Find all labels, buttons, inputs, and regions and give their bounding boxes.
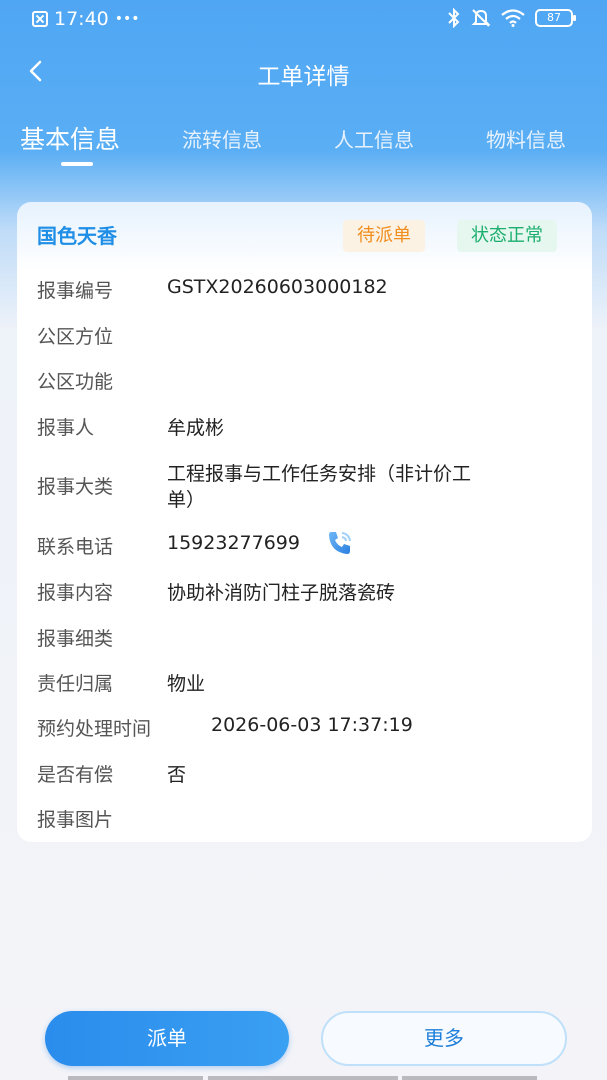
wifi-icon (501, 9, 525, 27)
tab-flow-info[interactable]: 流转信息 (182, 124, 262, 153)
dispatch-button[interactable]: 派单 (45, 1011, 289, 1066)
field-label-appointment-time: 预约处理时间 (37, 718, 152, 740)
field-label-public-function: 公区功能 (37, 371, 114, 393)
home-indicator-segment (68, 1076, 203, 1080)
phone-call-icon[interactable] (325, 528, 355, 558)
status-right: 87 (447, 8, 576, 28)
field-label-reporter: 报事人 (37, 417, 95, 439)
field-label-images: 报事图片 (37, 809, 114, 831)
more-button[interactable]: 更多 (321, 1011, 567, 1066)
field-label-phone: 联系电话 (37, 536, 114, 558)
field-value-category-line2: 单） (167, 489, 206, 511)
tab-basic-info[interactable]: 基本信息 (20, 120, 120, 156)
tab-material-info[interactable]: 物料信息 (486, 124, 566, 153)
sim-icon (32, 11, 48, 27)
status-time: 17:40 (54, 8, 109, 30)
field-label-paid: 是否有偿 (37, 764, 114, 786)
status-dots: ••• (114, 11, 140, 27)
status-bar: 17:40 ••• 87 (0, 0, 607, 40)
project-name: 国色天香 (37, 224, 117, 248)
mute-bell-icon (471, 9, 491, 27)
bluetooth-icon (448, 8, 460, 28)
battery-icon: 87 (535, 9, 576, 27)
status-badge-normal: 状态正常 (457, 220, 557, 252)
field-value-reporter: 牟成彬 (167, 417, 225, 439)
home-indicator-segment (402, 1076, 537, 1080)
field-label-category: 报事大类 (37, 476, 114, 498)
status-left: 17:40 ••• (32, 8, 140, 30)
field-value-appointment-time: 2026-06-03 17:37:19 (211, 714, 413, 736)
nav-bar: 工单详情 (0, 44, 607, 98)
field-label-subcategory: 报事细类 (37, 628, 114, 650)
bottom-action-bar: 派单 更多 (0, 1000, 607, 1080)
home-indicator-segment (208, 1076, 398, 1080)
tab-labor-info[interactable]: 人工信息 (334, 124, 414, 153)
field-label-content: 报事内容 (37, 582, 114, 604)
field-value-content: 协助补消防门柱子脱落瓷砖 (167, 582, 396, 604)
field-value-paid: 否 (167, 764, 187, 786)
tab-indicator (61, 162, 93, 166)
tab-bar: 基本信息 流转信息 人工信息 物料信息 (0, 118, 607, 174)
page-title: 工单详情 (257, 64, 350, 90)
field-value-phone: 15923277699 (167, 532, 300, 554)
field-value-report-no: GSTX20260603000182 (167, 276, 388, 298)
field-value-category-line1: 工程报事与工作任务安排（非计价工 (167, 463, 472, 485)
field-value-responsibility: 物业 (167, 673, 206, 695)
field-label-report-no: 报事编号 (37, 280, 114, 302)
detail-card: 国色天香 待派单 状态正常 报事编号 GSTX20260603000182 公区… (17, 202, 592, 842)
field-label-responsibility: 责任归属 (37, 673, 114, 695)
field-label-public-location: 公区方位 (37, 326, 114, 348)
status-badge-pending: 待派单 (343, 220, 425, 252)
